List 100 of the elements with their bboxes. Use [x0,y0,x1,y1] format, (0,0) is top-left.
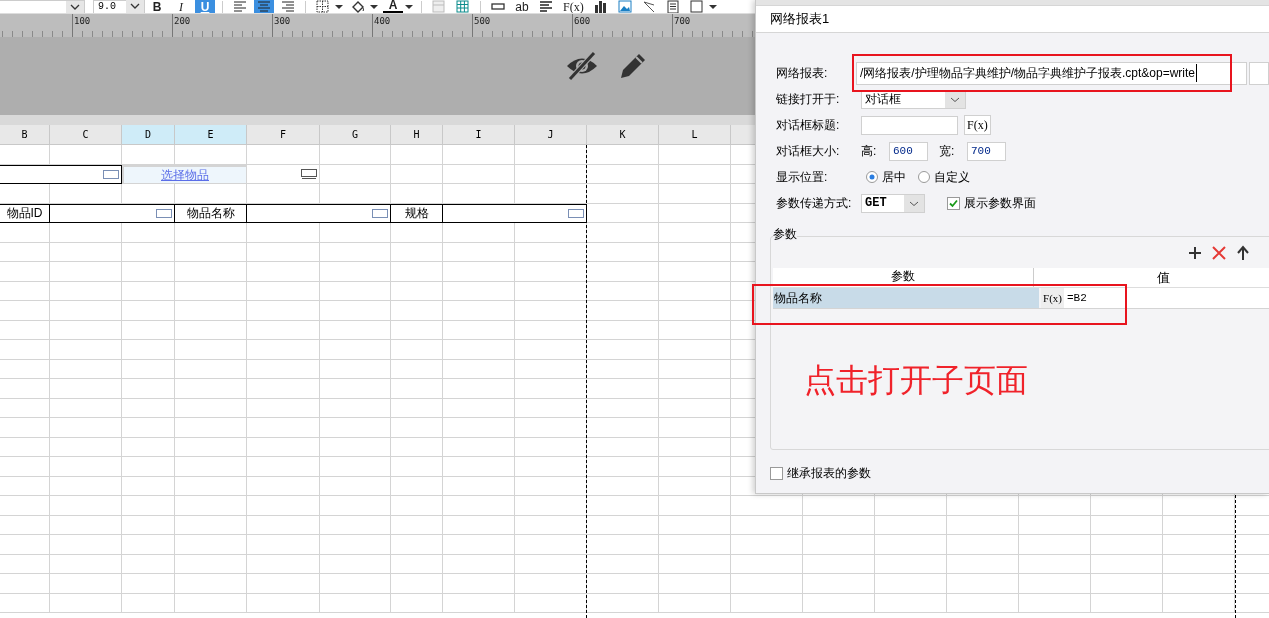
table-cell [175,184,247,204]
text-button[interactable]: ab [512,0,532,13]
bar-chart-icon [593,0,608,13]
table-cell [391,301,443,321]
table-cell [175,476,247,496]
table-cell [0,496,50,516]
caret-icon[interactable] [708,4,717,9]
column-header[interactable]: K [587,125,659,145]
table-cell [443,320,515,340]
table-cell [0,593,50,613]
table-cell [391,223,443,243]
table-cell [731,574,803,594]
field-button[interactable] [488,0,508,13]
table-cell [122,242,175,262]
table-cell [320,398,391,418]
move-up-icon[interactable] [1235,245,1251,261]
dialog-title: 网络报表1 [770,10,830,29]
table-cell: 物品名称 [175,203,247,223]
ruler-number: 400 [374,16,391,26]
column-header[interactable]: F [247,125,320,145]
table-cell [587,476,659,496]
table-cell [659,496,731,516]
input-field[interactable]: /网络报表/护理物品字典维护/物品字典维护子报表.cpt&op=write [856,61,1247,85]
table-cell [587,145,659,165]
pencil-icon[interactable] [618,51,648,81]
caret-icon[interactable] [370,4,378,9]
table-cell [515,320,587,340]
checkbox-option[interactable]: 继承报表的参数 [770,464,1269,482]
column-header[interactable]: D [122,125,175,145]
caret-icon[interactable] [335,4,343,9]
table-cell [122,223,175,243]
dropdown[interactable]: GET [861,193,925,213]
caret-icon[interactable] [405,4,413,9]
table-cell [122,418,175,438]
input-field[interactable]: 600 [889,141,928,161]
table-cell [122,340,175,360]
group-title: 参数 [773,227,797,241]
table-cell [0,437,50,457]
table-cell [320,340,391,360]
column-header[interactable]: E [175,125,247,145]
table-cell [320,379,391,399]
table-cell [587,535,659,555]
table-cell [947,593,1019,613]
column-header[interactable]: H [391,125,443,145]
table-cell [443,145,515,165]
table-cell [320,418,391,438]
table-cell [0,535,50,555]
table-cell [0,476,50,496]
column-header[interactable]: L [659,125,731,145]
input-field[interactable]: 700 [967,141,1006,161]
column-header[interactable]: I [443,125,515,145]
column-header[interactable]: C [50,125,122,145]
table-cell [122,554,175,574]
formula-button[interactable]: F(x) [964,115,991,135]
table-cell [587,574,659,594]
table-cell [1091,593,1163,613]
table-cell [515,535,587,555]
table-cell [320,593,391,613]
ruler-number: 500 [474,16,491,26]
table-cell [320,359,391,379]
table-cell [443,457,515,477]
hidden-eye-icon[interactable] [565,51,599,81]
ruler-number: 300 [274,16,291,26]
table-cell[interactable]: 物品名称 [773,288,1039,308]
column-header[interactable]: B [0,125,50,145]
field-label: 高: [861,143,878,160]
table-cell [391,496,443,516]
bold-button[interactable]: B [147,0,167,13]
input-field[interactable] [1249,61,1269,85]
table-cell [122,476,175,496]
table-cell [122,379,175,399]
table-cell [515,457,587,477]
delete-icon[interactable] [1211,245,1227,261]
table-cell [320,476,391,496]
add-icon[interactable] [1187,245,1203,261]
input-field[interactable] [861,115,958,135]
table-cell [587,184,659,204]
table-cell [803,515,875,535]
input-field[interactable]: =B2 [1064,288,1269,308]
radio-option[interactable]: 居中 [866,168,906,186]
align-center-icon [257,0,271,13]
column-header[interactable]: G [320,125,391,145]
table-cell [443,496,515,516]
formula-button[interactable]: F(x) [1041,288,1064,308]
formula-button[interactable]: F(x) [560,0,587,13]
column-header[interactable]: J [515,125,587,145]
table-cell [175,379,247,399]
italic-button[interactable]: I [171,0,191,13]
radio-option[interactable]: 自定义 [918,168,970,186]
link-cell[interactable]: 选择物品 [122,164,247,184]
table-cell [1019,515,1091,535]
table-cell [515,476,587,496]
checkbox-option[interactable]: 展示参数界面 [947,194,1036,212]
table-cell [587,301,659,321]
font-size-combo[interactable]: 9.0 [93,0,145,13]
table-cell [587,320,659,340]
table-cell [0,379,50,399]
table-cell: 物品ID [0,203,50,223]
table-cell [320,437,391,457]
table-cell [875,496,947,516]
